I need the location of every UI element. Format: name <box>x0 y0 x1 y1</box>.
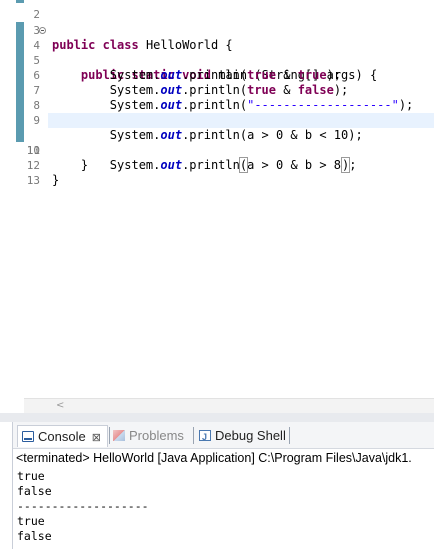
code-text: } <box>52 173 60 187</box>
code-line: 2 <box>0 0 434 21</box>
code-line: 12 } <box>0 143 434 187</box>
code-line: 11 } <box>0 128 434 172</box>
panel-divider[interactable] <box>0 413 434 422</box>
problems-icon <box>113 430 125 441</box>
code-line: 6 System.out.println(true & false); <box>0 53 434 97</box>
code-line: 9 System.out.println(a > 0 & b < 10); <box>0 98 434 142</box>
tab-label: Problems <box>129 428 184 443</box>
code-line-current: 10 System.out.println(a > 0 & b > 8); <box>0 113 434 173</box>
tab-separator <box>109 427 110 444</box>
tab-separator <box>289 427 290 444</box>
code-line: 13 <box>0 158 434 187</box>
console-output-line: ------------------- <box>17 499 149 513</box>
console-output-line: false <box>17 529 52 543</box>
tab-problems[interactable]: Problems <box>113 425 184 446</box>
console-output-line: false <box>17 484 52 498</box>
debug-shell-icon <box>199 427 211 448</box>
code-line: 4 public static void main (String[] args… <box>0 23 434 82</box>
code-line: 8 int a = 2 , b = 6 ; <box>0 83 434 127</box>
code-line: 3 public class HelloWorld { <box>0 8 434 52</box>
code-line: 5 System.out.println(true & true); <box>0 38 434 82</box>
scroll-left-icon[interactable]: < <box>56 399 64 413</box>
line-number: 13 <box>26 174 40 187</box>
console-status: <terminated> HelloWorld [Java Applicatio… <box>16 451 412 465</box>
code-line: 7 System.out.println("------------------… <box>0 68 434 112</box>
close-icon[interactable]: ⊠ <box>92 428 101 449</box>
console-panel: Console ⊠ Problems Debug Shell <terminate… <box>12 422 434 549</box>
console-output-line: true <box>17 469 45 483</box>
tab-debug-shell[interactable]: Debug Shell <box>199 425 286 448</box>
panel-tab-bar: Console ⊠ Problems Debug Shell <box>13 422 434 449</box>
console-icon <box>22 431 34 442</box>
tab-label: Debug Shell <box>215 428 286 443</box>
tab-console[interactable]: Console ⊠ <box>17 425 108 447</box>
console-output-line: true <box>17 514 45 528</box>
tab-separator <box>193 427 194 444</box>
code-editor[interactable]: 2 3 public class HelloWorld { 4 public s… <box>0 0 434 413</box>
current-line-highlight <box>48 113 434 128</box>
fold-collapse-icon[interactable] <box>39 27 46 34</box>
horizontal-scrollbar[interactable]: < <box>24 398 434 413</box>
tab-label: Console <box>38 429 86 444</box>
